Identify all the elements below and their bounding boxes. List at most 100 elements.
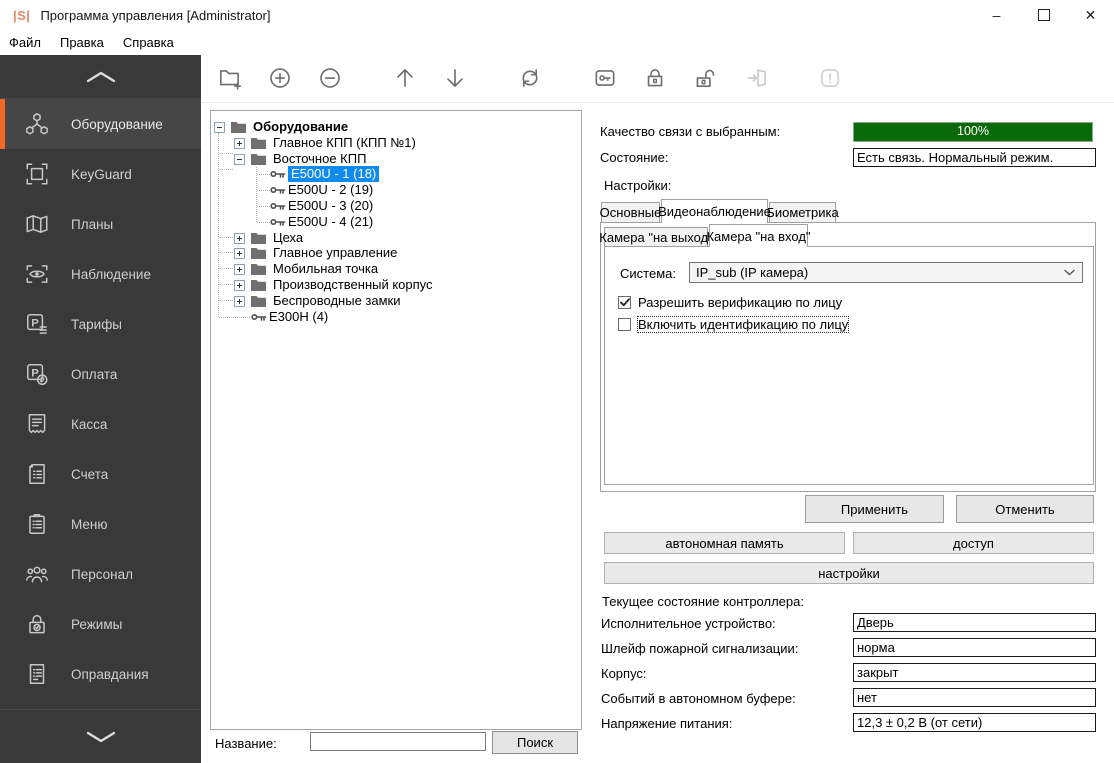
subtab-camera-exit[interactable]: Камера "на выход" xyxy=(604,227,708,246)
settings-label: Настройки: xyxy=(604,178,671,193)
link-quality-bar: 100% xyxy=(853,122,1093,142)
move-up-button[interactable] xyxy=(392,65,418,91)
identification-checkbox-label: Включить идентификацию по лицу xyxy=(638,317,848,332)
window-title: Программа управления [Administrator] xyxy=(40,8,270,23)
tree-row[interactable]: E500U - 3 (20) xyxy=(211,198,579,214)
tab-biometrics[interactable]: Биометрика xyxy=(769,202,836,222)
verification-checkbox-row[interactable]: Разрешить верификацию по лицу xyxy=(618,295,842,310)
window-controls: – ✕ xyxy=(973,0,1114,30)
key-icon xyxy=(270,185,286,195)
sidebar-item-payment[interactable]: P ₽ Оплата xyxy=(0,349,201,399)
tree-row[interactable]: Восточное КПП xyxy=(211,151,579,167)
tab-video[interactable]: Видеонаблюдение xyxy=(661,199,768,223)
expand-expander[interactable] xyxy=(234,233,245,244)
expand-expander[interactable] xyxy=(234,296,245,307)
add-device-button[interactable] xyxy=(267,65,293,91)
move-down-button[interactable] xyxy=(442,65,468,91)
maximize-button[interactable] xyxy=(1020,0,1067,30)
keycard-button[interactable] xyxy=(592,65,618,91)
sidebar-item-tariffs[interactable]: P Тарифы xyxy=(0,299,201,349)
sidebar-item-equipment[interactable]: Оборудование xyxy=(0,99,201,149)
access-button[interactable]: доступ xyxy=(853,532,1094,554)
expand-expander[interactable] xyxy=(234,248,245,259)
sidebar-item-excuses[interactable]: Оправдания xyxy=(0,649,201,699)
system-select[interactable]: IP_sub (IP камера) xyxy=(689,262,1083,283)
tree-label: Цеха xyxy=(273,230,303,246)
sidebar-item-personnel[interactable]: Персонал xyxy=(0,549,201,599)
apply-button[interactable]: Применить xyxy=(805,495,944,523)
sidebar-item-label: Персонал xyxy=(71,567,133,582)
svg-text:₽: ₽ xyxy=(40,377,45,385)
sidebar-item-label: Счета xyxy=(71,467,108,482)
expand-expander[interactable] xyxy=(234,264,245,275)
tree-row-selected[interactable]: E500U - 1 (18) xyxy=(211,166,579,182)
tree-row[interactable]: Главное управление xyxy=(211,245,579,261)
sidebar-item-menu[interactable]: Меню xyxy=(0,499,201,549)
tab-main[interactable]: Основные xyxy=(601,202,660,222)
tree-row[interactable]: Цеха xyxy=(211,230,579,246)
maximize-icon xyxy=(1038,9,1050,21)
tree-row[interactable]: Оборудование xyxy=(211,119,579,135)
tree-label: E300H (4) xyxy=(269,309,328,325)
tree-row[interactable]: Главное КПП (КПП №1) xyxy=(211,135,579,151)
collapse-expander[interactable] xyxy=(214,122,225,133)
alert-button[interactable] xyxy=(817,65,843,91)
add-folder-icon xyxy=(217,65,243,91)
status-label: Корпус: xyxy=(601,666,647,681)
collapse-expander[interactable] xyxy=(234,154,245,165)
expand-expander[interactable] xyxy=(234,138,245,149)
sidebar-item-cashdesk[interactable]: Касса xyxy=(0,399,201,449)
menu-file[interactable]: Файл xyxy=(0,35,51,50)
status-value: закрыт xyxy=(853,663,1096,682)
autonomous-memory-button[interactable]: автономная память xyxy=(604,532,845,554)
controller-settings-button[interactable]: настройки xyxy=(604,562,1094,584)
key-icon xyxy=(270,169,286,179)
sidebar-item-label: Оплата xyxy=(71,367,117,382)
unlock-button[interactable] xyxy=(692,65,718,91)
tree-row[interactable]: Беспроводные замки xyxy=(211,293,579,309)
refresh-button[interactable] xyxy=(517,65,543,91)
tree-row[interactable]: E500U - 2 (19) xyxy=(211,182,579,198)
search-button[interactable]: Поиск xyxy=(492,731,578,754)
menu-edit[interactable]: Правка xyxy=(51,35,114,50)
tree-row[interactable]: Мобильная точка xyxy=(211,261,579,277)
add-group-button[interactable] xyxy=(217,65,243,91)
remove-device-button[interactable] xyxy=(317,65,343,91)
menu-help[interactable]: Справка xyxy=(114,35,184,50)
folder-icon xyxy=(251,263,266,275)
sidebar-scroll-down[interactable] xyxy=(0,709,201,763)
sidebar-item-plans[interactable]: Планы xyxy=(0,199,201,249)
checkbox-unchecked-icon[interactable] xyxy=(618,318,631,331)
sidebar-item-accounts[interactable]: Счета xyxy=(0,449,201,499)
sidebar-item-keyguard[interactable]: KeyGuard xyxy=(0,149,201,199)
sidebar-item-observation[interactable]: Наблюдение xyxy=(0,249,201,299)
close-button[interactable]: ✕ xyxy=(1067,0,1114,30)
identification-checkbox-row[interactable]: Включить идентификацию по лицу xyxy=(618,317,848,332)
minimize-button[interactable]: – xyxy=(973,0,1020,30)
controller-state-title: Текущее состояние контроллера: xyxy=(602,594,804,609)
key-icon xyxy=(251,312,267,322)
chevron-down-icon xyxy=(84,730,118,744)
titlebar: |S| Программа управления [Administrator]… xyxy=(0,0,1114,30)
sidebar-scroll-up[interactable] xyxy=(0,55,201,99)
search-input[interactable] xyxy=(310,732,486,751)
sidebar-item-modes[interactable]: Режимы xyxy=(0,599,201,649)
cashdesk-icon xyxy=(24,411,50,437)
expand-expander[interactable] xyxy=(234,280,245,291)
sidebar-item-label: Тарифы xyxy=(71,317,122,332)
cancel-button[interactable]: Отменить xyxy=(956,495,1094,523)
sidebar-item-label: Оборудование xyxy=(71,117,163,132)
app-logo-icon: |S| xyxy=(13,8,30,23)
subtab-camera-entry[interactable]: Камера "на вход" xyxy=(709,224,808,247)
door-exit-button[interactable] xyxy=(744,65,770,91)
lock-button[interactable] xyxy=(642,65,668,91)
device-tree: Оборудование Главное КПП (КПП №1) Восточ… xyxy=(210,110,582,730)
tree-row[interactable]: Производственный корпус xyxy=(211,277,579,293)
arrow-down-icon xyxy=(442,65,468,91)
tree-row[interactable]: E500U - 4 (21) xyxy=(211,214,579,230)
alert-icon xyxy=(817,65,843,91)
tree-label: Главное КПП (КПП №1) xyxy=(273,135,416,151)
tree-row[interactable]: E300H (4) xyxy=(211,309,579,325)
chevron-down-icon xyxy=(1064,269,1075,276)
checkbox-checked-icon[interactable] xyxy=(618,296,631,309)
